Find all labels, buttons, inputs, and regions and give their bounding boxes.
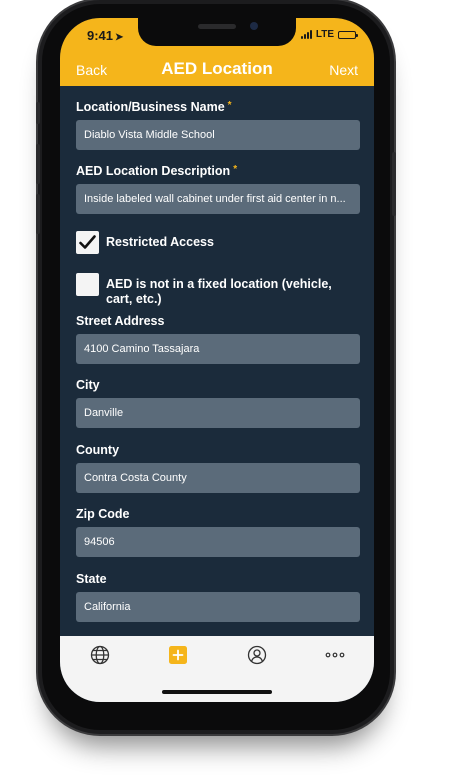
restricted-access-checkbox[interactable] [76,231,99,254]
tab-globe[interactable] [89,644,111,666]
signal-icon [300,30,312,39]
checkmark-icon [79,235,96,249]
status-indicators: LTE [300,29,358,40]
restricted-access-label: Restricted Access [106,235,214,249]
business-name-input[interactable]: Diablo Vista Middle School [76,120,360,150]
required-marker: * [233,164,238,175]
home-indicator[interactable] [162,690,272,694]
tab-bar [60,636,374,702]
front-camera [250,22,258,30]
description-label: AED Location Description * [76,164,238,178]
tab-add[interactable] [167,644,189,666]
more-icon [325,652,345,658]
zip-code-label: Zip Code [76,507,130,521]
volume-down-button [36,194,40,234]
zip-code-input[interactable]: 94506 [76,527,360,557]
county-input[interactable]: Contra Costa County [76,463,360,493]
power-button [392,152,396,216]
status-time-text: 9:41 [87,28,114,43]
not-fixed-location-row[interactable]: AED is not in a fixed location (vehicle,… [76,273,336,307]
not-fixed-location-checkbox[interactable] [76,273,99,296]
description-input[interactable]: Inside labeled wall cabinet under first … [76,184,360,214]
location-arrow-icon: ➤ [115,32,124,43]
battery-icon [338,30,358,39]
volume-up-button [36,144,40,184]
city-label: City [76,378,100,392]
required-marker: * [227,100,232,111]
tab-more[interactable] [324,644,346,666]
device-notch [138,18,296,46]
street-address-label: Street Address [76,314,165,328]
add-icon [169,646,187,664]
business-name-label: Location/Business Name * [76,100,232,114]
street-address-input[interactable]: 4100 Camino Tassajara [76,334,360,364]
page-title: AED Location [161,59,273,78]
state-input[interactable]: California [76,592,360,622]
speaker-grille [198,24,236,29]
restricted-access-row[interactable]: Restricted Access [76,231,336,254]
next-button[interactable]: Next [329,62,358,78]
app-screen: 9:41 ➤ LTE Back AED Location Next Locatio… [60,18,374,702]
not-fixed-location-label: AED is not in a fixed location (vehicle,… [106,277,332,306]
city-input[interactable]: Danville [76,398,360,428]
network-label: LTE [315,29,334,40]
globe-icon [90,645,110,665]
silent-switch [36,102,40,124]
user-icon [247,645,267,665]
tab-profile[interactable] [246,644,268,666]
county-label: County [76,443,120,457]
state-label: State [76,572,107,586]
status-time: 9:41 ➤ [87,28,123,43]
